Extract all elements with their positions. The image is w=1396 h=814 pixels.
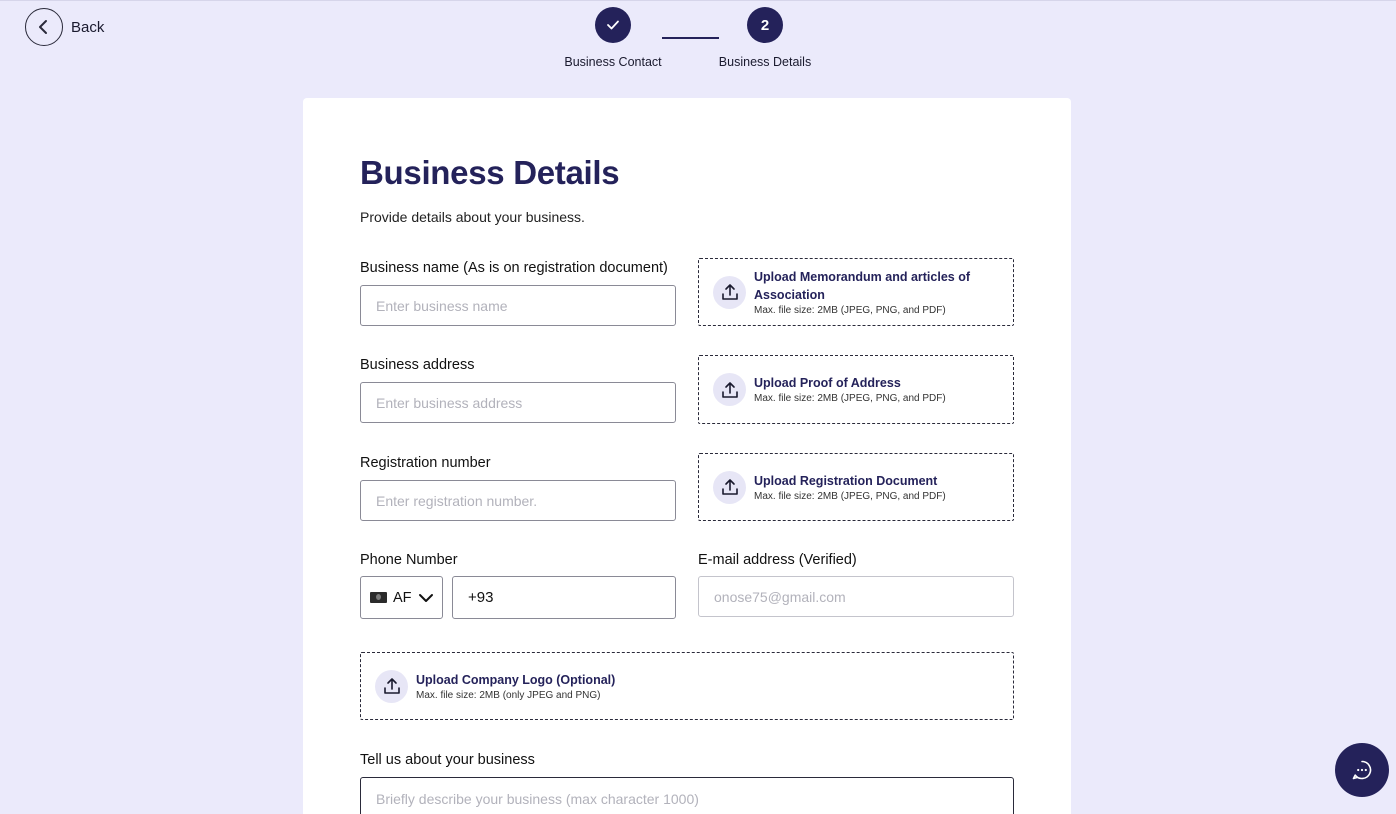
upload-company-logo-title: Upload Company Logo (Optional) — [416, 672, 616, 687]
step-connector — [662, 37, 719, 39]
upload-icon — [713, 275, 746, 309]
business-name-input[interactable] — [360, 285, 676, 326]
business-address-input[interactable] — [360, 382, 676, 423]
email-input[interactable] — [698, 576, 1014, 617]
chat-bubble-icon — [1352, 760, 1372, 780]
upload-memorandum-button[interactable]: Upload Memorandum and articles of Associ… — [698, 258, 1014, 326]
country-code-select[interactable]: AF — [360, 576, 443, 619]
check-icon — [607, 20, 619, 30]
chat-support-button[interactable] — [1335, 743, 1389, 797]
business-name-label: Business name (As is on registration doc… — [360, 260, 668, 276]
phone-number-label: Phone Number — [360, 552, 458, 568]
progress-stepper: 2 Business Contact Business Details — [0, 1, 1396, 91]
upload-icon — [713, 373, 746, 406]
upload-memorandum-title: Upload Memorandum and articles of Associ… — [754, 269, 971, 302]
upload-registration-document-title: Upload Registration Document — [754, 473, 938, 488]
upload-company-logo-note: Max. file size: 2MB (only JPEG and PNG) — [416, 689, 601, 701]
upload-memorandum-note: Max. file size: 2MB (JPEG, PNG, and PDF) — [754, 304, 946, 316]
upload-proof-of-address-note: Max. file size: 2MB (JPEG, PNG, and PDF) — [754, 393, 946, 404]
business-details-card: Business Details Provide details about y… — [303, 98, 1071, 814]
step-1-label: Business Contact — [564, 55, 662, 69]
about-business-label: Tell us about your business — [360, 752, 535, 768]
email-label: E-mail address (Verified) — [698, 552, 857, 568]
step-1-complete-indicator — [595, 7, 631, 43]
upload-proof-of-address-title: Upload Proof of Address — [754, 376, 901, 390]
page-title: Business Details — [360, 154, 620, 191]
flag-af-icon — [370, 592, 387, 603]
registration-number-input[interactable] — [360, 480, 676, 521]
upload-proof-of-address-button[interactable]: Upload Proof of Address Max. file size: … — [698, 355, 1014, 424]
upload-company-logo-button[interactable]: Upload Company Logo (Optional) Max. file… — [360, 652, 1014, 720]
chevron-down-icon — [418, 593, 433, 602]
country-code-value: AF — [393, 589, 412, 606]
upload-icon — [713, 470, 746, 504]
upload-icon — [375, 669, 408, 703]
page-subtitle: Provide details about your business. — [360, 209, 585, 225]
phone-number-input[interactable] — [452, 576, 676, 619]
step-2-indicator: 2 — [747, 7, 783, 43]
upload-registration-document-button[interactable]: Upload Registration Document Max. file s… — [698, 453, 1014, 521]
registration-number-label: Registration number — [360, 455, 491, 471]
upload-registration-document-note: Max. file size: 2MB (JPEG, PNG, and PDF) — [754, 490, 946, 502]
step-2-label: Business Details — [718, 55, 812, 69]
about-business-input[interactable] — [360, 777, 1014, 814]
business-address-label: Business address — [360, 357, 475, 373]
